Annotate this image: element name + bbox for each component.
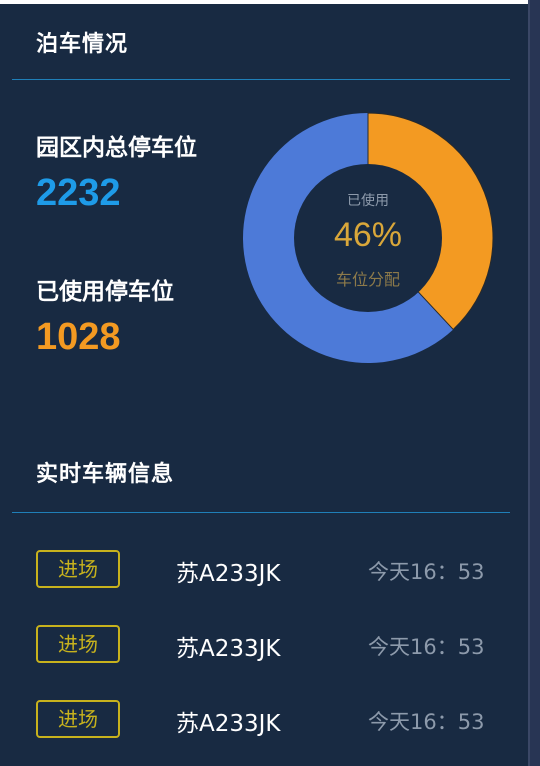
entry-time: 今天16：53 — [368, 635, 485, 659]
vehicle-row[interactable]: 进场 苏A233JK 今天16：53 — [36, 550, 496, 588]
entry-time: 今天16：53 — [368, 710, 485, 734]
license-plate: 苏A233JK — [176, 711, 281, 737]
parking-dashboard: 泊车情况 园区内总停车位 2232 已使用停车位 1028 已使用 46% 车位… — [0, 0, 540, 766]
license-plate: 苏A233JK — [176, 636, 281, 662]
used-spaces-value: 1028 — [36, 316, 121, 358]
vehicle-row[interactable]: 进场 苏A233JK 今天16：53 — [36, 700, 496, 738]
vehicle-row[interactable]: 进场 苏A233JK 今天16：53 — [36, 625, 496, 663]
used-spaces-label: 已使用停车位 — [36, 279, 174, 305]
realtime-section-title: 实时车辆信息 — [36, 462, 175, 487]
total-spaces-label: 园区内总停车位 — [36, 135, 197, 161]
entry-time: 今天16：53 — [368, 560, 485, 584]
donut-percent: 46% — [333, 216, 403, 254]
donut-center-label: 已使用 — [347, 193, 389, 209]
scrollbar-track[interactable] — [528, 0, 540, 766]
top-border — [0, 0, 540, 4]
parking-section-title: 泊车情况 — [36, 32, 129, 57]
status-badge: 进场 — [36, 550, 120, 588]
donut-sub-label: 车位分配 — [335, 270, 400, 289]
total-spaces-value: 2232 — [36, 172, 121, 214]
status-badge: 进场 — [36, 700, 120, 738]
license-plate: 苏A233JK — [176, 561, 281, 587]
donut-center: 已使用 46% 车位分配 — [242, 112, 494, 364]
status-badge: 进场 — [36, 625, 120, 663]
realtime-divider — [12, 512, 510, 513]
parking-divider — [12, 79, 510, 80]
usage-donut-chart: 已使用 46% 车位分配 — [242, 112, 494, 364]
